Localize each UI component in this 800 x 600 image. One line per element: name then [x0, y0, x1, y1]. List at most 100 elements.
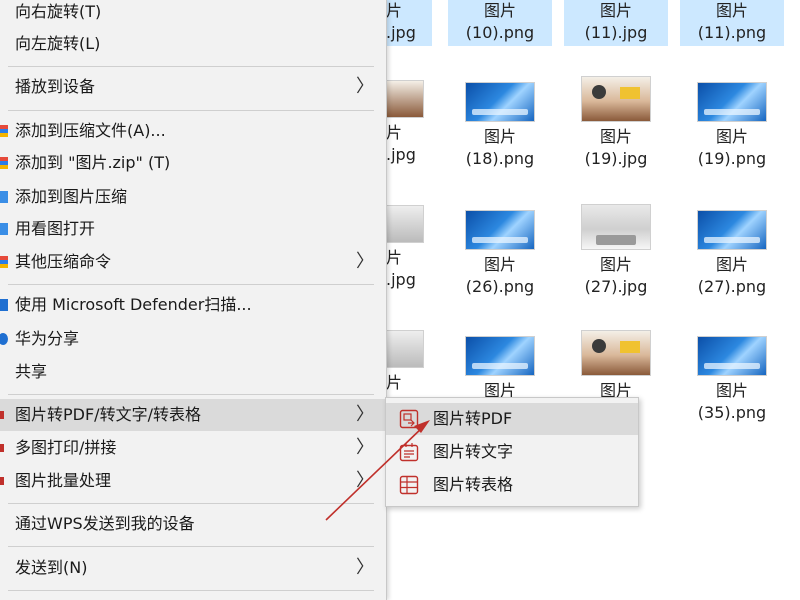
- archive-icon: [0, 256, 8, 268]
- file-ext-partial: .jpg: [386, 270, 416, 289]
- file-name: 图片: [483, 255, 516, 274]
- menu-item-cast-to-device[interactable]: 播放到设备 〉: [0, 71, 386, 103]
- file-item[interactable]: 图片 (26).png: [448, 210, 552, 298]
- menu-item-wps-send[interactable]: 通过WPS发送到我的设备: [0, 508, 386, 540]
- thumbnail-image: [581, 330, 651, 376]
- file-item[interactable]: 图片: [564, 330, 668, 402]
- menu-item-label: 通过WPS发送到我的设备: [15, 514, 195, 533]
- thumbnail-image: [386, 330, 424, 368]
- submenu-item-label: 图片转表格: [433, 475, 514, 494]
- image-convert-submenu: 图片转PDF 图片转文字 图片转表格: [385, 397, 639, 507]
- file-name-partial: 片: [386, 1, 403, 20]
- file-name: 图片: [715, 255, 748, 274]
- image-to-text-icon: [399, 443, 419, 462]
- menu-item-share[interactable]: 共享: [0, 356, 386, 388]
- menu-item-label: 播放到设备: [15, 77, 96, 96]
- file-name: 图片: [715, 1, 748, 20]
- menu-item-label: 向右旋转(T): [15, 2, 102, 21]
- menu-separator: [8, 503, 374, 504]
- menu-item-label: 华为分享: [15, 329, 80, 348]
- thumbnail-image: [581, 76, 651, 122]
- file-name-partial: 片: [386, 373, 403, 392]
- viewer-icon: [0, 223, 8, 235]
- huawei-share-icon: [0, 333, 8, 345]
- file-ext: (27).png: [697, 277, 767, 296]
- chevron-right-icon: 〉: [356, 76, 374, 97]
- file-name: 图片: [483, 1, 516, 20]
- file-ext-partial: .jpg: [386, 23, 416, 42]
- menu-item-label: 发送到(N): [15, 558, 88, 577]
- menu-item-image-convert[interactable]: 图片转PDF/转文字/转表格 〉: [0, 399, 386, 431]
- menu-item-image-compress[interactable]: 添加到图片压缩: [0, 181, 386, 213]
- image-to-table-icon: [399, 475, 419, 495]
- menu-item-rotate-right[interactable]: 向右旋转(T): [0, 0, 386, 28]
- menu-separator: [8, 590, 374, 591]
- menu-item-send-to[interactable]: 发送到(N) 〉: [0, 552, 386, 584]
- menu-item-other-compress[interactable]: 其他压缩命令 〉: [0, 246, 386, 278]
- menu-item-label: 图片批量处理: [15, 471, 112, 490]
- submenu-item-image-to-text[interactable]: 图片转文字: [386, 436, 638, 468]
- file-name: 图片: [483, 127, 516, 146]
- file-item[interactable]: 图片 (11).jpg: [564, 0, 668, 46]
- file-ext-partial: .jpg: [386, 145, 416, 164]
- file-ext: (19).jpg: [584, 149, 648, 168]
- file-ext: (19).png: [697, 149, 767, 168]
- chevron-right-icon: 〉: [356, 251, 374, 272]
- file-name-partial: 片: [386, 248, 403, 267]
- menu-separator: [8, 110, 374, 111]
- submenu-item-image-to-pdf[interactable]: 图片转PDF: [386, 403, 638, 435]
- menu-item-label: 使用 Microsoft Defender扫描...: [15, 295, 252, 314]
- thumbnail-image: [697, 336, 767, 376]
- menu-item-add-to-archive[interactable]: 添加到压缩文件(A)...: [0, 115, 386, 147]
- file-ext: (11).png: [697, 23, 767, 42]
- file-name: 图片: [599, 127, 632, 146]
- defender-icon: [0, 299, 8, 311]
- file-ext: (26).png: [465, 277, 535, 296]
- file-item[interactable]: 图片: [448, 336, 552, 402]
- file-item[interactable]: 图片 (27).png: [680, 210, 784, 298]
- file-ext: (18).png: [465, 149, 535, 168]
- file-name: 图片: [715, 381, 748, 400]
- menu-item-label: 图片转PDF/转文字/转表格: [15, 405, 201, 424]
- file-name-partial: 片: [386, 123, 403, 142]
- wps-icon: [0, 411, 4, 419]
- menu-item-rotate-left[interactable]: 向左旋转(L): [0, 28, 386, 60]
- menu-item-huawei-share[interactable]: 华为分享: [0, 323, 386, 355]
- wps-icon: [0, 477, 4, 485]
- menu-item-label: 多图打印/拼接: [15, 438, 117, 457]
- file-item[interactable]: 图片 (11).png: [680, 0, 784, 46]
- file-item[interactable]: 图片 (10).png: [448, 0, 552, 46]
- file-item[interactable]: 图片 (19).png: [680, 82, 784, 170]
- share-icon: [0, 366, 4, 378]
- menu-separator: [8, 394, 374, 395]
- chevron-right-icon: 〉: [356, 437, 374, 458]
- file-ext: (27).jpg: [584, 277, 648, 296]
- submenu-item-label: 图片转PDF: [433, 409, 513, 428]
- menu-item-label: 添加到 "图片.zip" (T): [15, 153, 171, 172]
- menu-item-label: 共享: [15, 362, 48, 381]
- menu-item-add-to-zip[interactable]: 添加到 "图片.zip" (T): [0, 147, 386, 179]
- thumbnail-image: [697, 210, 767, 250]
- file-name: 图片: [599, 1, 632, 20]
- chevron-right-icon: 〉: [356, 470, 374, 491]
- menu-item-defender-scan[interactable]: 使用 Microsoft Defender扫描...: [0, 289, 386, 321]
- file-item[interactable]: 图片 (19).jpg: [564, 76, 668, 170]
- file-item[interactable]: 图片 (18).png: [448, 82, 552, 170]
- chevron-right-icon: 〉: [356, 557, 374, 578]
- file-item[interactable]: 图片 (27).jpg: [564, 204, 668, 298]
- thumbnail-image: [465, 82, 535, 122]
- context-menu: 向右旋转(T) 向左旋转(L) 播放到设备 〉 添加到压缩文件(A)... 添加…: [0, 0, 387, 600]
- file-ext: (10).png: [465, 23, 535, 42]
- thumbnail-image: [465, 336, 535, 376]
- menu-separator: [8, 546, 374, 547]
- menu-item-batch-process[interactable]: 图片批量处理 〉: [0, 465, 386, 497]
- menu-item-label: 用看图打开: [15, 219, 96, 238]
- thumbnail-image: [465, 210, 535, 250]
- archive-icon: [0, 191, 8, 203]
- thumbnail-image: [386, 205, 424, 243]
- file-item[interactable]: 图片 (35).png: [680, 336, 784, 424]
- wps-icon: [0, 444, 4, 452]
- menu-item-multi-print[interactable]: 多图打印/拼接 〉: [0, 432, 386, 464]
- menu-item-open-with-viewer[interactable]: 用看图打开: [0, 213, 386, 245]
- submenu-item-image-to-table[interactable]: 图片转表格: [386, 469, 638, 501]
